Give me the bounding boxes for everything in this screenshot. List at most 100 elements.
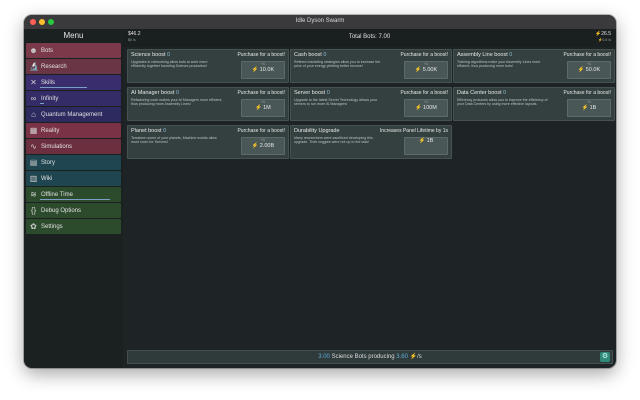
card-title-text: Science boost bbox=[131, 52, 166, 58]
card-title: Cash boost 0 bbox=[294, 52, 326, 58]
card-hint: Purchase for a boost! bbox=[563, 52, 611, 58]
card-title: Science boost 0 bbox=[131, 52, 170, 58]
sidebar: Menu ☻ Bots 🔬 Research ✕ Skills ∞ Infinity ⌂ Quan… bbox=[24, 29, 123, 368]
energy-rate: ⚡0.6 /s bbox=[598, 38, 611, 42]
sidebar-item-quantum-management[interactable]: ⌂ Quantum Management bbox=[26, 107, 121, 122]
sidebar-item-label: Offline Time bbox=[41, 191, 73, 198]
reality-icon: ▦ bbox=[29, 125, 38, 135]
upgrade-card-ai-manager-boost: AI Manager boost 0 Purchase for a boost! R… bbox=[127, 87, 289, 121]
purchase-cost-value: 5.00K bbox=[422, 67, 438, 73]
upgrade-card-assembly-line-boost: Assembly Line boost 0 Purchase for a boos… bbox=[453, 49, 615, 83]
card-title: Server boost 0 bbox=[294, 90, 330, 96]
story-icon: ▤ bbox=[29, 157, 38, 167]
sidebar-item-debug-options[interactable]: {} Debug Options bbox=[26, 203, 121, 218]
card-title-text: Durability Upgrade bbox=[294, 128, 340, 134]
purchase-button[interactable]: +1 ⚡2.00B bbox=[241, 137, 285, 155]
card-title-text: Data Center boost bbox=[457, 90, 502, 96]
sidebar-item-label: Wiki bbox=[41, 175, 53, 182]
sidebar-item-skills[interactable]: ✕ Skills bbox=[26, 75, 121, 90]
top-bar: $46.2 $0 /s Total Bots: 7.00 ⚡26.5 ⚡0.6 … bbox=[123, 29, 616, 47]
card-description: Many researchers were sacrificed develop… bbox=[294, 136, 373, 145]
menu-title: Menu bbox=[63, 31, 84, 40]
purchase-cost: ⚡100M bbox=[405, 105, 447, 112]
debug-icon: {} bbox=[30, 205, 37, 215]
card-level: 0 bbox=[167, 52, 171, 58]
sidebar-item-simulations[interactable]: ∿ Simulations bbox=[26, 139, 121, 154]
progress-bar bbox=[40, 87, 87, 88]
card-title: Data Center boost 0 bbox=[457, 90, 506, 96]
research-icon: 🔬 bbox=[29, 61, 39, 71]
sidebar-item-infinity[interactable]: ∞ Infinity bbox=[26, 91, 121, 106]
upgrade-card-durability-upgrade: Durability Upgrade Increases Panel Lifeti… bbox=[290, 125, 452, 159]
purchase-cost: ⚡50.0K bbox=[568, 67, 610, 74]
card-title-text: Planet boost bbox=[131, 128, 162, 134]
card-description: Efficiency protocols allow you to improv… bbox=[457, 98, 548, 107]
offline-time-icon: ≋ bbox=[30, 189, 37, 199]
sidebar-item-label: Research bbox=[41, 63, 67, 70]
card-hint: Purchase for a boost! bbox=[400, 90, 448, 96]
card-description: Terraform some of your planets, Machine … bbox=[131, 136, 217, 145]
purchase-cost: ⚡5.00K bbox=[405, 67, 447, 74]
purchase-button[interactable]: +1 ⚡1B bbox=[567, 99, 611, 117]
purchase-cost-value: 1B bbox=[589, 105, 597, 111]
energy-icon: ⚡ bbox=[251, 67, 259, 73]
card-hint: Purchase for a boost! bbox=[563, 90, 611, 96]
energy-icon: ⚡ bbox=[251, 143, 259, 149]
sidebar-item-label: Simulations bbox=[41, 143, 73, 150]
purchase-cost: ⚡1B bbox=[568, 105, 610, 112]
card-description: Refined marketing strategies allow you t… bbox=[294, 60, 381, 69]
purchase-cost-value: 2.00B bbox=[259, 143, 275, 149]
robot-icon: ☻ bbox=[29, 45, 38, 55]
card-hint: Purchase for a boost! bbox=[237, 52, 285, 58]
sidebar-item-label: Skills bbox=[41, 79, 56, 86]
sidebar-item-story[interactable]: ▤ Story bbox=[26, 155, 121, 170]
status-label: Science Bots producing bbox=[331, 354, 395, 360]
quantum-icon: ⌂ bbox=[31, 109, 36, 119]
purchase-cost-value: 10.0K bbox=[259, 67, 275, 73]
purchase-button[interactable]: +1 ⚡50.0K bbox=[567, 61, 611, 79]
energy-display: ⚡26.5 ⚡0.6 /s bbox=[595, 31, 611, 43]
purchase-cost: ⚡2.00B bbox=[242, 143, 284, 150]
upgrade-card-server-boost: Server boost 0 Purchase for a boost! Upgra… bbox=[290, 87, 452, 121]
purchase-cost-value: 1M bbox=[263, 105, 271, 111]
sidebar-item-label: Infinity bbox=[41, 95, 59, 102]
sidebar-item-bots[interactable]: ☻ Bots bbox=[26, 43, 121, 58]
purchase-button[interactable]: +1 ⚡5.00K bbox=[404, 61, 448, 79]
nav-list: ☻ Bots 🔬 Research ✕ Skills ∞ Infinity ⌂ Quantum M… bbox=[24, 43, 123, 234]
status-action-button[interactable]: ⚙ bbox=[600, 352, 610, 362]
card-title: Planet boost 0 bbox=[131, 128, 166, 134]
sidebar-item-label: Debug Options bbox=[41, 207, 82, 214]
purchase-cost-value: 1B bbox=[426, 138, 434, 144]
sidebar-item-label: Reality bbox=[41, 127, 60, 134]
card-title: AI Manager boost 0 bbox=[131, 90, 179, 96]
app-window: Idle Dyson Swarm Menu ☻ Bots 🔬 Research ✕ Ski… bbox=[24, 15, 616, 368]
sidebar-item-research[interactable]: 🔬 Research bbox=[26, 59, 121, 74]
total-bots: Total Bots: 7.00 bbox=[348, 34, 391, 40]
sidebar-item-offline-time[interactable]: ≋ Offline Time bbox=[26, 187, 121, 202]
production-unit: ⚡/s bbox=[409, 354, 422, 360]
card-title-text: Assembly Line boost bbox=[457, 52, 508, 58]
card-hint: Purchase for a boost! bbox=[237, 90, 285, 96]
purchase-cost: ⚡1B bbox=[405, 138, 447, 145]
purchase-button[interactable]: ⚡1B bbox=[404, 137, 448, 155]
simulations-icon: ∿ bbox=[30, 141, 37, 151]
sidebar-item-label: Bots bbox=[41, 47, 54, 54]
sidebar-item-wiki[interactable]: ▥ Wiki bbox=[26, 171, 121, 186]
card-title: Durability Upgrade bbox=[294, 128, 340, 134]
purchase-button[interactable]: +1 ⚡1M bbox=[241, 99, 285, 117]
sidebar-item-settings[interactable]: ✿ Settings bbox=[26, 219, 121, 234]
card-level: 0 bbox=[509, 52, 513, 58]
card-description: Refactoring code makes your AI Managers … bbox=[131, 98, 223, 107]
sidebar-item-reality[interactable]: ▦ Reality bbox=[26, 123, 121, 138]
purchase-cost: ⚡1M bbox=[242, 105, 284, 112]
card-level: 0 bbox=[323, 52, 327, 58]
purchase-button[interactable]: +1 ⚡100M bbox=[404, 99, 448, 117]
energy-icon: ⚡ bbox=[414, 67, 422, 73]
purchase-cost-value: 100M bbox=[423, 105, 437, 111]
purchase-button[interactable]: +1 ⚡10.0K bbox=[241, 61, 285, 79]
science-bot-count: 3.00 bbox=[318, 354, 330, 360]
sidebar-item-label: Settings bbox=[41, 223, 63, 230]
wiki-icon: ▥ bbox=[29, 173, 38, 183]
card-description: Upgrades in networking allow bots to wor… bbox=[131, 60, 208, 69]
purchase-cost-value: 50.0K bbox=[585, 67, 601, 73]
